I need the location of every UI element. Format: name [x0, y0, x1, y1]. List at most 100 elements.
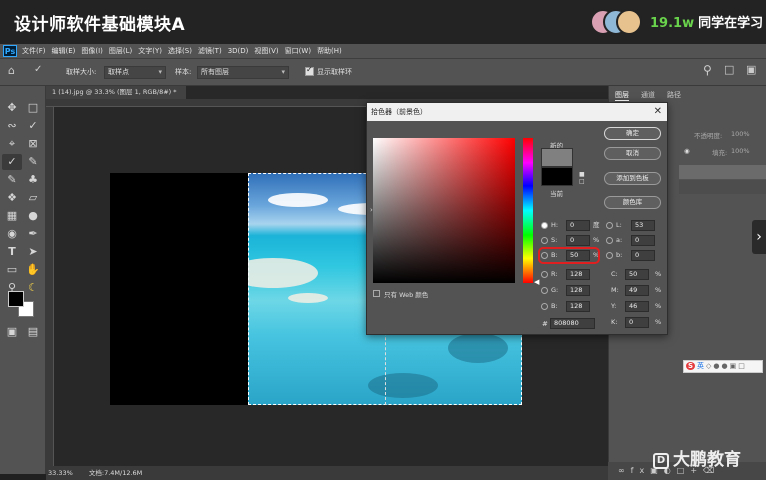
link-icon[interactable]: ∞: [618, 466, 631, 475]
lock-icon[interactable]: ◉: [684, 147, 690, 155]
close-icon[interactable]: ✕: [654, 103, 662, 121]
stamp-tool-icon[interactable]: ♣: [23, 172, 43, 188]
canvas-black-region[interactable]: [110, 173, 248, 405]
dodge-tool-icon[interactable]: ◉: [2, 226, 22, 242]
cyan-input[interactable]: 50: [625, 269, 649, 280]
move-tool-icon[interactable]: ✥: [2, 100, 22, 116]
tab-paths[interactable]: 路径: [667, 90, 681, 100]
brush-tool-icon[interactable]: ✎: [2, 172, 22, 188]
yellow-input[interactable]: 46: [625, 301, 649, 312]
menu-window[interactable]: 窗口(W): [285, 44, 311, 59]
screen-mode-icon[interactable]: ▤: [23, 324, 43, 340]
banana-icon[interactable]: ☾: [23, 280, 43, 296]
fill-value[interactable]: 100%: [731, 147, 750, 155]
green-input[interactable]: 128: [566, 285, 590, 296]
field-unit: 度: [593, 221, 600, 229]
hue-radio[interactable]: [541, 222, 548, 229]
sample-select[interactable]: 所有图层: [197, 66, 289, 79]
marquee-tool-icon[interactable]: □: [23, 100, 43, 116]
lab-b-input[interactable]: 0: [631, 250, 655, 261]
color-field-marker-icon[interactable]: ›: [370, 206, 373, 214]
lab-a-input[interactable]: 0: [631, 235, 655, 246]
blue-input[interactable]: 128: [566, 301, 590, 312]
gradient-tool-icon[interactable]: ▦: [2, 208, 22, 224]
web-colors-checkbox[interactable]: [373, 290, 380, 297]
status-bar: 33.33% 文档:7.4M/12.6M: [46, 466, 608, 480]
menu-image[interactable]: 图像(I): [81, 44, 103, 59]
gamut-warning-icon[interactable]: ■ □: [579, 171, 585, 185]
menu-layer[interactable]: 图层(L): [109, 44, 132, 59]
menu-3d[interactable]: 3D(D): [228, 44, 249, 59]
ime-toolbar[interactable]: S 英 ◇●●▣□: [683, 360, 763, 373]
field-unit: %: [655, 270, 662, 278]
saturation-input[interactable]: 0: [566, 235, 590, 246]
frame-tool-icon[interactable]: ⊠: [23, 136, 43, 152]
add-to-swatches-button[interactable]: 添加到色板: [604, 172, 661, 185]
hue-slider[interactable]: [523, 138, 533, 283]
show-ring-checkbox[interactable]: [305, 65, 314, 76]
share-icon[interactable]: ▣: [746, 63, 756, 76]
eraser-tool-icon[interactable]: ▱: [23, 190, 43, 206]
eyedropper-tool-icon[interactable]: ✓: [2, 154, 22, 170]
black-input[interactable]: 0: [625, 317, 649, 328]
shape-tool-icon[interactable]: ▭: [2, 262, 22, 278]
layer-row[interactable]: [679, 180, 766, 194]
sample-size-select[interactable]: 取样点: [104, 66, 166, 79]
brand-name: 大鹏教育: [673, 450, 741, 470]
lab-l-input[interactable]: 53: [631, 220, 655, 231]
menu-view[interactable]: 视图(V): [254, 44, 278, 59]
fx-icon[interactable]: fx: [631, 466, 651, 475]
menu-file[interactable]: 文件(F): [22, 44, 46, 59]
color-field[interactable]: [373, 138, 515, 283]
menu-filter[interactable]: 滤镜(T): [198, 44, 222, 59]
lab-l-radio[interactable]: [606, 222, 613, 229]
cancel-button[interactable]: 取消: [604, 147, 661, 160]
hand-tool-icon[interactable]: ✋: [23, 262, 43, 278]
crop-tool-icon[interactable]: ⌖: [2, 136, 22, 152]
lab-b-radio[interactable]: [606, 252, 613, 259]
blue-radio[interactable]: [541, 303, 548, 310]
color-libraries-button[interactable]: 颜色库: [604, 196, 661, 209]
lasso-tool-icon[interactable]: ∾: [2, 118, 22, 134]
eyedropper-icon[interactable]: ✓: [34, 64, 42, 75]
healing-tool-icon[interactable]: ✎: [23, 154, 43, 170]
opacity-value[interactable]: 100%: [731, 130, 750, 138]
menu-select[interactable]: 选择(S): [168, 44, 192, 59]
document-info[interactable]: 文档:7.4M/12.6M: [89, 469, 142, 477]
zoom-level[interactable]: 33.33%: [48, 469, 73, 477]
workspace-icon[interactable]: □: [724, 63, 734, 76]
red-input[interactable]: 128: [566, 269, 590, 280]
quick-select-icon[interactable]: ✓: [23, 118, 43, 134]
saturation-radio[interactable]: [541, 237, 548, 244]
red-radio[interactable]: [541, 271, 548, 278]
tab-channels[interactable]: 通道: [641, 90, 655, 100]
hue-slider-arrow-icon[interactable]: ◀: [534, 278, 539, 286]
foreground-color-swatch[interactable]: [8, 291, 24, 307]
blur-tool-icon[interactable]: ●: [23, 208, 43, 224]
hex-input[interactable]: 808080: [550, 318, 595, 329]
ime-language[interactable]: 英: [697, 362, 704, 370]
layer-row[interactable]: [679, 165, 766, 179]
chevron-right-icon[interactable]: ›: [752, 220, 766, 254]
menu-help[interactable]: 帮助(H): [317, 44, 342, 59]
type-tool-icon[interactable]: T: [2, 244, 22, 260]
new-color-swatch: [541, 148, 573, 167]
current-color-swatch[interactable]: [541, 167, 573, 186]
menu-edit[interactable]: 编辑(E): [52, 44, 76, 59]
magenta-input[interactable]: 49: [625, 285, 649, 296]
quick-mask-icon[interactable]: ▣: [2, 324, 22, 340]
ok-button[interactable]: 确定: [604, 127, 661, 140]
menu-type[interactable]: 文字(Y): [138, 44, 162, 59]
field-label: S:: [551, 236, 558, 244]
path-select-icon[interactable]: ➤: [23, 244, 43, 260]
tab-layers[interactable]: 图层: [615, 90, 629, 101]
lab-a-radio[interactable]: [606, 237, 613, 244]
home-icon[interactable]: ⌂: [8, 64, 15, 77]
document-tab[interactable]: 1 (14).jpg @ 33.3% (图层 1, RGB/8#) *: [46, 86, 186, 99]
green-radio[interactable]: [541, 287, 548, 294]
hue-input[interactable]: 0: [566, 220, 590, 231]
pen-tool-icon[interactable]: ✒: [23, 226, 43, 242]
search-icon[interactable]: ⚲: [703, 63, 712, 77]
history-brush-icon[interactable]: ❖: [2, 190, 22, 206]
ime-tools-icon[interactable]: ◇●●▣□: [706, 362, 747, 370]
